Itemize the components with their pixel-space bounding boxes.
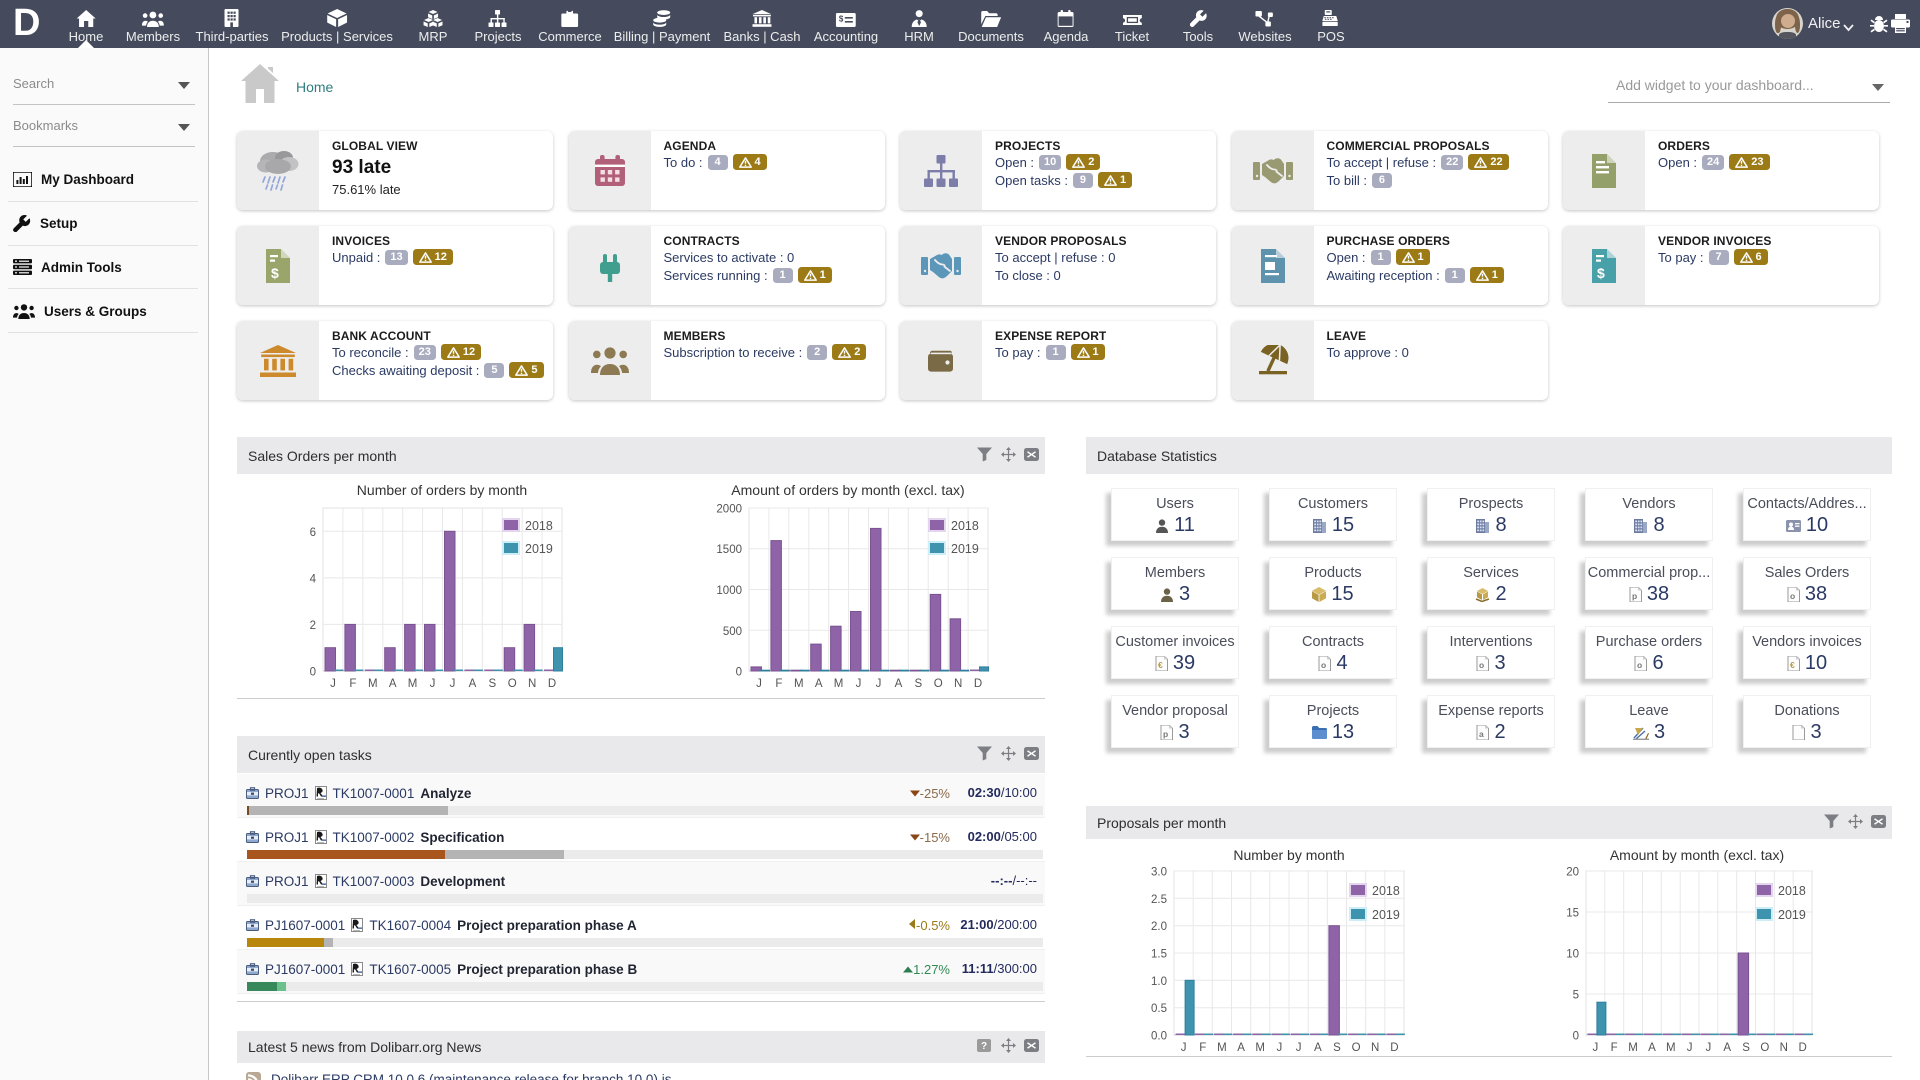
svg-text:2.5: 2.5 [1151, 894, 1167, 906]
svg-text:3.0: 3.0 [1151, 867, 1167, 879]
svg-text:€: € [1158, 660, 1163, 670]
svg-text:Amount of orders by month (exc: Amount of orders by month (excl. tax) [731, 482, 964, 498]
svg-text:0: 0 [736, 667, 742, 679]
svg-text:A: A [1723, 1042, 1731, 1054]
svg-text:2019: 2019 [1372, 908, 1400, 922]
svg-text:S: S [1742, 1042, 1750, 1054]
svg-text:€: € [1790, 660, 1795, 670]
svg-text:1000: 1000 [716, 585, 742, 597]
svg-text:A: A [389, 678, 397, 690]
svg-text:Amount by month (excl. tax): Amount by month (excl. tax) [1610, 847, 1784, 863]
svg-text:J: J [450, 678, 456, 690]
svg-text:J: J [1181, 1042, 1187, 1054]
svg-text:1500: 1500 [716, 544, 742, 556]
svg-text:p: p [1163, 729, 1168, 739]
svg-text:20: 20 [1566, 867, 1579, 879]
svg-text:10: 10 [1566, 949, 1579, 961]
svg-text:F: F [1611, 1042, 1618, 1054]
svg-text:2000: 2000 [716, 504, 742, 516]
svg-text:J: J [1277, 1042, 1283, 1054]
svg-text:2018: 2018 [1778, 884, 1806, 898]
svg-text:0.5: 0.5 [1151, 1003, 1167, 1015]
svg-text:2018: 2018 [1372, 884, 1400, 898]
svg-text:5: 5 [1573, 990, 1579, 1002]
svg-text:4: 4 [310, 573, 317, 585]
svg-text:15: 15 [1566, 908, 1579, 920]
svg-text:M: M [794, 678, 804, 690]
svg-text:?: ? [981, 1041, 987, 1052]
svg-text:2: 2 [310, 620, 316, 632]
svg-text:M: M [1628, 1042, 1638, 1054]
svg-text:A: A [815, 678, 823, 690]
svg-text:500: 500 [723, 626, 742, 638]
svg-text:A: A [1237, 1042, 1245, 1054]
svg-text:1.0: 1.0 [1151, 976, 1167, 988]
svg-text:M: M [1666, 1042, 1676, 1054]
svg-text:D: D [1798, 1042, 1806, 1054]
svg-text:2.0: 2.0 [1151, 921, 1167, 933]
svg-text:2018: 2018 [525, 519, 553, 533]
svg-text:M: M [368, 678, 378, 690]
svg-text:O: O [934, 678, 943, 690]
svg-text:J: J [1593, 1042, 1599, 1054]
svg-text:F: F [349, 678, 356, 690]
svg-text:N: N [954, 678, 962, 690]
svg-text:M: M [1255, 1042, 1265, 1054]
svg-text:2018: 2018 [951, 519, 979, 533]
svg-text:1.5: 1.5 [1151, 949, 1167, 961]
svg-text:J: J [856, 678, 862, 690]
svg-text:A: A [895, 678, 903, 690]
svg-text:6: 6 [310, 527, 316, 539]
svg-text:0.0: 0.0 [1151, 1031, 1167, 1043]
svg-text:S: S [488, 678, 496, 690]
svg-text:A: A [1314, 1042, 1322, 1054]
svg-text:S: S [914, 678, 922, 690]
svg-text:N: N [528, 678, 536, 690]
svg-text:M: M [1217, 1042, 1227, 1054]
svg-text:0: 0 [1573, 1031, 1579, 1043]
svg-text:O: O [1352, 1042, 1361, 1054]
svg-text:a: a [1479, 729, 1484, 739]
svg-text:N: N [1371, 1042, 1379, 1054]
svg-text:O: O [1760, 1042, 1769, 1054]
svg-text:J: J [1687, 1042, 1693, 1054]
svg-text:2019: 2019 [951, 542, 979, 556]
svg-text:o: o [1637, 660, 1642, 670]
svg-text:o: o [1321, 660, 1326, 670]
svg-text:2019: 2019 [525, 542, 553, 556]
svg-text:J: J [876, 678, 882, 690]
svg-text:J: J [430, 678, 436, 690]
svg-text:D: D [548, 678, 556, 690]
svg-text:A: A [1648, 1042, 1656, 1054]
svg-text:J: J [756, 678, 762, 690]
svg-text:D: D [974, 678, 982, 690]
svg-text:o: o [1790, 591, 1795, 601]
svg-text:$: $ [271, 265, 279, 281]
svg-text:O: O [508, 678, 517, 690]
svg-text:F: F [1199, 1042, 1206, 1054]
svg-text:J: J [1296, 1042, 1302, 1054]
svg-text:J: J [330, 678, 336, 690]
svg-text:p: p [1632, 591, 1637, 601]
svg-text:Number of orders by month: Number of orders by month [357, 482, 527, 498]
svg-text:Number by month: Number by month [1233, 847, 1344, 863]
svg-text:0: 0 [310, 667, 316, 679]
svg-text:J: J [1706, 1042, 1712, 1054]
svg-text:2019: 2019 [1778, 908, 1806, 922]
svg-text:S: S [1333, 1042, 1341, 1054]
svg-text:M: M [834, 678, 844, 690]
svg-text:M: M [408, 678, 418, 690]
svg-text:D: D [1390, 1042, 1398, 1054]
svg-text:A: A [469, 678, 477, 690]
svg-text:o: o [1479, 660, 1484, 670]
svg-text:F: F [775, 678, 782, 690]
svg-text:$: $ [1597, 265, 1605, 281]
svg-text:N: N [1780, 1042, 1788, 1054]
svg-text:$: $ [839, 15, 844, 24]
